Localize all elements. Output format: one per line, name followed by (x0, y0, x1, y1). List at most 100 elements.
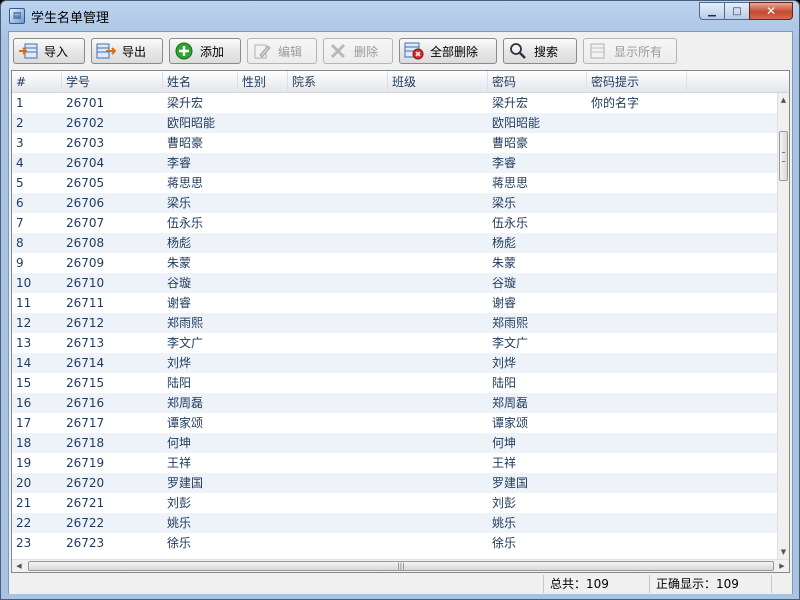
status-spacer (9, 575, 544, 593)
cell-department (288, 493, 388, 513)
column-header-name[interactable]: 姓名 (163, 71, 238, 93)
table-row[interactable]: 11 26711 谢睿 谢睿 (12, 293, 778, 313)
vertical-scrollbar[interactable]: ▲ ▼ (777, 93, 789, 559)
cell-password: 王祥 (492, 456, 517, 470)
cell-password: 何坤 (492, 436, 517, 450)
delete-all-button[interactable]: 全部删除 (399, 38, 497, 64)
cell-password: 陆阳 (492, 376, 517, 390)
table-row[interactable]: 10 26710 谷璇 谷璇 (12, 273, 778, 293)
cell-department (288, 513, 388, 533)
table-row[interactable]: 23 26723 徐乐 徐乐 (12, 533, 778, 553)
horizontal-scroll-thumb[interactable]: ||| (28, 561, 774, 571)
cell-gender (238, 513, 288, 533)
column-header-gender[interactable]: 性别 (238, 71, 288, 93)
title-bar[interactable]: ▤ 学生名单管理 ▁ □ ✕ (1, 1, 799, 31)
vertical-scroll-thumb[interactable] (779, 131, 788, 181)
table-row[interactable]: 20 26720 罗建国 罗建国 (12, 473, 778, 493)
table-row[interactable]: 13 26713 李文广 李文广 (12, 333, 778, 353)
cell-password: 郑雨熙 (492, 316, 529, 330)
show-all-button[interactable]: 显示所有 (583, 38, 677, 64)
scroll-right-icon[interactable]: ▶ (775, 560, 789, 572)
table-row[interactable]: 7 26707 伍永乐 伍永乐 (12, 213, 778, 233)
table-row[interactable]: 15 26715 陆阳 陆阳 (12, 373, 778, 393)
cell-password-hint (587, 353, 687, 373)
cell-department (288, 253, 388, 273)
cell-student-id: 26703 (66, 136, 105, 150)
table-row[interactable]: 19 26719 王祥 王祥 (12, 453, 778, 473)
table-row[interactable]: 22 26722 姚乐 姚乐 (12, 513, 778, 533)
cell-department (288, 193, 388, 213)
column-header-class[interactable]: 班级 (388, 71, 488, 93)
cell-student-id: 26705 (66, 176, 105, 190)
cell-student-id: 26702 (66, 116, 105, 130)
cell-index: 16 (16, 396, 32, 410)
cell-name: 李文广 (167, 336, 204, 350)
maximize-button[interactable]: □ (724, 2, 750, 20)
cell-department (288, 413, 388, 433)
cell-index: 2 (16, 116, 24, 130)
cell-student-id: 26707 (66, 216, 105, 230)
table-row[interactable]: 21 26721 刘彭 刘彭 (12, 493, 778, 513)
cell-password: 李睿 (492, 156, 517, 170)
cell-class (388, 153, 488, 173)
cell-name: 梁乐 (167, 196, 192, 210)
table-row[interactable]: 14 26714 刘烨 刘烨 (12, 353, 778, 373)
cell-student-id: 26718 (66, 436, 105, 450)
edit-button[interactable]: 编辑 (247, 38, 317, 64)
scroll-left-icon[interactable]: ◀ (12, 560, 26, 572)
cell-class (388, 373, 488, 393)
cell-password-hint (587, 253, 687, 273)
cell-department (288, 453, 388, 473)
cell-name: 徐乐 (167, 536, 192, 550)
cell-department (288, 93, 388, 113)
table-row[interactable]: 4 26704 李睿 李睿 (12, 153, 778, 173)
column-header-department[interactable]: 院系 (288, 71, 388, 93)
column-header-password-hint[interactable]: 密码提示 (587, 71, 687, 93)
search-icon (508, 42, 528, 60)
cell-name: 郑周磊 (167, 396, 204, 410)
table-row[interactable]: 17 26717 谭家颂 谭家颂 (12, 413, 778, 433)
student-table[interactable]: # 学号 姓名 性别 院系 班级 密码 密码提示 1 26701 梁升宏 梁升宏 你的名… (11, 70, 790, 573)
column-header-student-id[interactable]: 学号 (62, 71, 163, 93)
table-row[interactable]: 16 26716 郑周磊 郑周磊 (12, 393, 778, 413)
table-row[interactable]: 8 26708 杨彪 杨彪 (12, 233, 778, 253)
search-button[interactable]: 搜索 (503, 38, 577, 64)
main-window: ▤ 学生名单管理 ▁ □ ✕ 导入 导出 添加 编辑 删除 全部删除 搜索 显示… (0, 0, 800, 600)
cell-index: 3 (16, 136, 24, 150)
table-row[interactable]: 3 26703 曹昭豪 曹昭豪 (12, 133, 778, 153)
cell-password-hint (587, 473, 687, 493)
column-header-password[interactable]: 密码 (488, 71, 587, 93)
cell-index: 19 (16, 456, 32, 470)
table-row[interactable]: 2 26702 欧阳昭能 欧阳昭能 (12, 113, 778, 133)
cell-name: 郑雨熙 (167, 316, 204, 330)
cell-gender (238, 293, 288, 313)
scroll-up-icon[interactable]: ▲ (778, 93, 789, 107)
cell-department (288, 113, 388, 133)
cell-student-id: 26721 (66, 496, 105, 510)
minimize-button[interactable]: ▁ (699, 2, 725, 20)
cell-password-hint (587, 493, 687, 513)
cell-department (288, 433, 388, 453)
add-button[interactable]: 添加 (169, 38, 241, 64)
close-button[interactable]: ✕ (749, 2, 793, 20)
table-row[interactable]: 9 26709 朱蒙 朱蒙 (12, 253, 778, 273)
column-header-index[interactable]: # (12, 71, 62, 93)
table-row[interactable]: 1 26701 梁升宏 梁升宏 你的名字 (12, 93, 778, 113)
cell-index: 14 (16, 356, 32, 370)
table-row[interactable]: 5 26705 蒋思思 蒋思思 (12, 173, 778, 193)
table-row[interactable]: 12 26712 郑雨熙 郑雨熙 (12, 313, 778, 333)
export-button[interactable]: 导出 (91, 38, 163, 64)
cell-class (388, 493, 488, 513)
resize-grip-icon[interactable] (772, 575, 792, 593)
delete-button[interactable]: 删除 (323, 38, 393, 64)
cell-password: 曹昭豪 (492, 136, 529, 150)
table-row[interactable]: 18 26718 何坤 何坤 (12, 433, 778, 453)
horizontal-scrollbar[interactable]: ◀ ||| ▶ (12, 559, 789, 572)
import-button[interactable]: 导入 (13, 38, 85, 64)
scroll-down-icon[interactable]: ▼ (778, 545, 789, 559)
cell-gender (238, 373, 288, 393)
cell-department (288, 313, 388, 333)
import-icon (18, 42, 38, 60)
cell-password: 姚乐 (492, 516, 517, 530)
table-row[interactable]: 6 26706 梁乐 梁乐 (12, 193, 778, 213)
